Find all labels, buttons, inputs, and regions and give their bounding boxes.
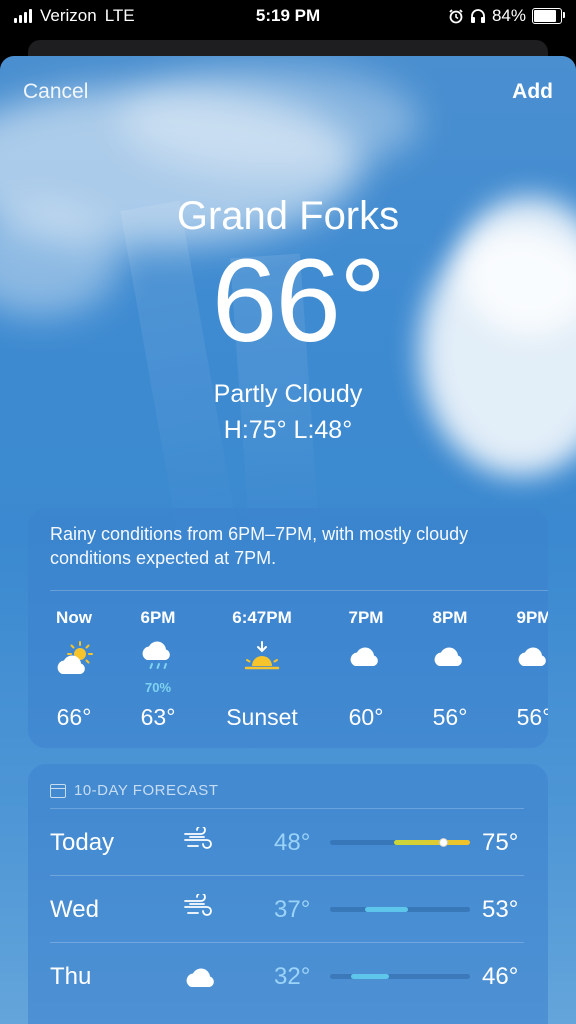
hourly-item: 6:47PM Sunset [217, 608, 307, 730]
hour-temperature: 60° [348, 704, 384, 730]
high-temperature: 53° [482, 896, 519, 923]
low-temperature: 37° [274, 896, 311, 923]
hourly-item: 7PM 60° [321, 608, 411, 730]
ten-day-forecast-card[interactable]: 10-DAY FORECAST Today 48° 75° Wed 37° 53… [28, 764, 548, 1024]
status-right: 84% [448, 6, 565, 26]
precip-chance [489, 680, 548, 694]
hour-label: 6:47PM [232, 608, 292, 627]
hour-label: 8PM [432, 608, 468, 627]
high-low-temperature: H:75° L:48° [223, 416, 353, 444]
hour-label: 6PM [140, 608, 176, 627]
battery-icon [532, 8, 565, 24]
city-name: Grand Forks [176, 194, 400, 238]
precip-chance: 70% [144, 680, 172, 695]
ten-day-header: 10-DAY FORECAST [50, 782, 218, 799]
temperature-range-bar [330, 974, 470, 979]
forecast-summary: Rainy conditions from 6PM–7PM, with most… [50, 524, 469, 568]
precip-chance [217, 680, 307, 694]
day-label: Thu [50, 963, 92, 990]
hourly-item: 6PM 70% 63° [113, 608, 203, 730]
temperature-range-fill [365, 907, 409, 912]
headphones-icon [470, 9, 485, 23]
precip-chance [405, 680, 495, 694]
hourly-item: 8PM 56° [405, 608, 495, 730]
hourly-forecast-card[interactable]: Rainy conditions from 6PM–7PM, with most… [28, 508, 548, 748]
ten-day-title: 10-DAY FORECAST [74, 782, 219, 799]
forecast-day-row[interactable]: Wed 37° 53° [28, 876, 548, 942]
current-temperature: 66° [211, 235, 386, 367]
divider [50, 590, 548, 591]
temperature-range-bar [330, 907, 470, 912]
battery-percent: 84% [491, 6, 526, 25]
forecast-day-row[interactable]: Thu 32° 46° [28, 943, 548, 1009]
hourly-item: Now 66° [29, 608, 119, 730]
hour-temperature: 56° [516, 704, 548, 730]
hourly-item: 9PM 56° [489, 608, 548, 730]
status-bar: Verizon LTE 5:19 PM 84% [0, 0, 576, 34]
low-temperature: 48° [274, 829, 311, 856]
forecast-day-row[interactable]: Today 48° 75° [28, 809, 548, 875]
hour-label: 9PM [516, 608, 548, 627]
hour-temperature: 63° [140, 704, 176, 730]
wind-icon [182, 892, 218, 924]
day-label: Wed [50, 896, 99, 923]
weather-sheet: Cancel Add Grand Forks 66° Partly Cloudy… [0, 56, 576, 1024]
hourly-scroll[interactable]: Now 66° 6PM 70% 63° 6:47PM Sunset 7PM 60… [28, 608, 548, 748]
low-temperature: 32° [274, 963, 311, 990]
current-temp-marker [439, 838, 449, 847]
high-temperature: 46° [482, 963, 519, 990]
calendar-icon [50, 783, 66, 798]
hour-label: Now [56, 608, 92, 627]
current-condition: Partly Cloudy [213, 380, 363, 408]
cloud-icon [182, 961, 218, 991]
hour-temperature: 66° [56, 704, 92, 730]
temperature-range-fill [394, 840, 470, 845]
precip-chance [321, 680, 411, 694]
alarm-icon [449, 9, 463, 24]
wind-icon [182, 825, 218, 857]
hour-temperature: Sunset [226, 704, 298, 730]
temperature-range-bar [330, 838, 470, 847]
add-button[interactable]: Add [512, 80, 553, 104]
high-temperature: 75° [482, 829, 519, 856]
hour-temperature: 56° [432, 704, 468, 730]
cancel-button[interactable]: Cancel [23, 80, 88, 104]
temperature-range-fill [351, 974, 389, 979]
hour-label: 7PM [348, 608, 384, 627]
day-label: Today [50, 829, 115, 856]
precip-chance [29, 680, 119, 694]
